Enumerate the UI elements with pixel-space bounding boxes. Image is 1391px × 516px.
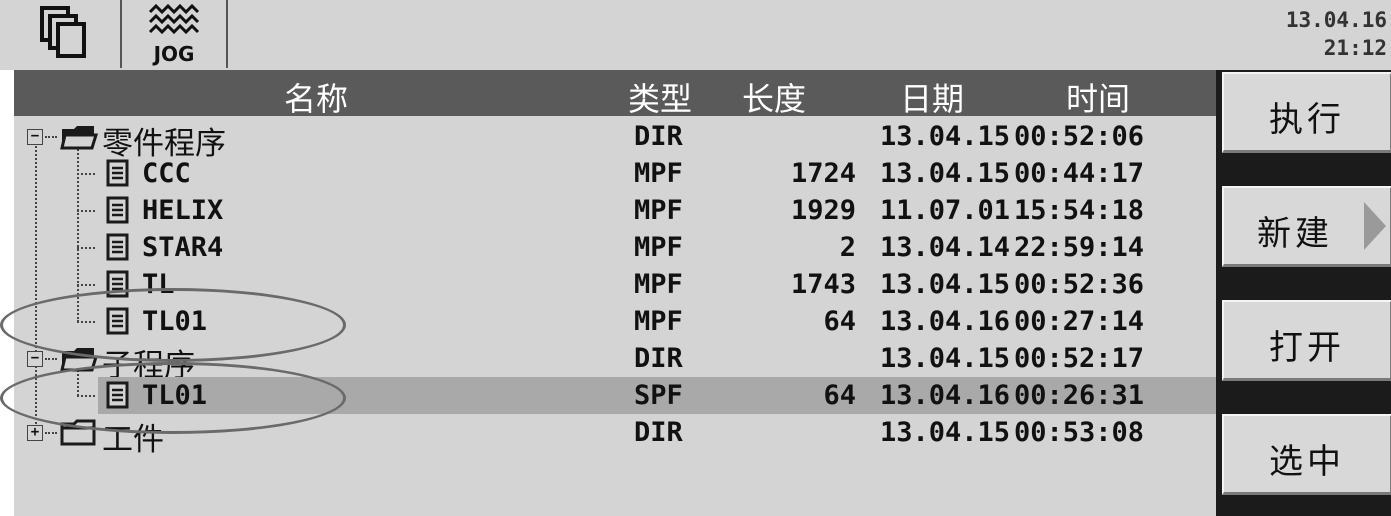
softkey-label: 打开: [1269, 328, 1345, 368]
softkey-label: 执行: [1269, 100, 1345, 140]
window-stack-icon: [40, 6, 86, 58]
row-time: 00:52:06: [1014, 121, 1145, 152]
file-icon: [106, 233, 130, 268]
new-button[interactable]: 新建: [1222, 186, 1391, 267]
jog-wave-icon: [148, 4, 200, 35]
table-row[interactable]: − 零件程序 DIR 13.04.15 00:52:06: [14, 118, 1216, 162]
row-type: DIR: [634, 417, 683, 448]
row-type: MPF: [634, 232, 683, 263]
highlight-ellipse: [0, 288, 346, 362]
row-length: 1743: [790, 269, 856, 300]
row-time: 00:27:14: [1014, 306, 1145, 337]
collapse-icon[interactable]: −: [27, 129, 43, 145]
row-time: 00:44:17: [1014, 158, 1145, 189]
top-bar: JOG 13.04.16 21:12: [0, 0, 1391, 70]
folder-open-icon: [60, 123, 99, 158]
jog-mode-button[interactable]: JOG: [122, 0, 228, 68]
collapse-icon[interactable]: −: [27, 351, 43, 367]
clock: 13.04.16 21:12: [1286, 6, 1387, 62]
row-date: 13.04.16: [880, 380, 1011, 411]
row-date: 13.04.14: [880, 232, 1011, 263]
row-date: 13.04.15: [880, 343, 1011, 374]
table-row[interactable]: STAR4 MPF 2 13.04.14 22:59:14: [14, 229, 1216, 266]
row-date: 13.04.15: [880, 417, 1011, 448]
row-name: CCC: [142, 158, 191, 189]
row-length: 64: [823, 380, 856, 411]
row-time: 00:52:17: [1014, 343, 1145, 374]
row-time: 00:53:08: [1014, 417, 1145, 448]
row-length: 64: [823, 306, 856, 337]
header-length[interactable]: 长度: [742, 74, 806, 120]
header-time[interactable]: 时间: [1066, 74, 1130, 120]
row-type: SPF: [634, 380, 683, 411]
row-type: MPF: [634, 195, 683, 226]
table-row[interactable]: HELIX MPF 1929 11.07.01 15:54:18: [14, 192, 1216, 229]
row-type: MPF: [634, 306, 683, 337]
softkey-label: 选中: [1269, 442, 1345, 482]
clock-date: 13.04.16: [1285, 8, 1387, 32]
tree-connector: [77, 210, 95, 212]
window-switch-button[interactable]: [14, 0, 122, 68]
header-name[interactable]: 名称: [284, 74, 348, 120]
table-header: 名称 类型 长度 日期 时间: [14, 70, 1216, 118]
arrow-right-icon: [1364, 202, 1386, 250]
softkey-label: 新建: [1257, 214, 1333, 254]
row-date: 13.04.15: [880, 158, 1011, 189]
select-button[interactable]: 选中: [1222, 414, 1391, 495]
expand-icon[interactable]: +: [27, 425, 43, 441]
row-type: DIR: [634, 121, 683, 152]
tree-connector: [77, 173, 95, 175]
row-time: 00:26:31: [1014, 380, 1145, 411]
clock-time: 21:12: [1323, 36, 1387, 60]
file-icon: [106, 159, 130, 194]
row-type: MPF: [634, 269, 683, 300]
row-date: 13.04.15: [880, 269, 1011, 300]
tree-connector: [77, 247, 95, 249]
open-button[interactable]: 打开: [1222, 300, 1391, 381]
row-time: 15:54:18: [1014, 195, 1145, 226]
row-time: 00:52:36: [1014, 269, 1145, 300]
left-strip: [0, 70, 14, 516]
row-length: 1724: [790, 158, 856, 189]
highlight-ellipse: [0, 362, 346, 434]
file-icon: [106, 196, 130, 231]
row-type: DIR: [634, 343, 683, 374]
row-type: MPF: [634, 158, 683, 189]
row-name: STAR4: [142, 232, 224, 263]
tree-connector: [45, 358, 57, 360]
program-manager-panel: 名称 类型 长度 日期 时间 − 零件程序 DIR 13.04.15 00:52:06 C…: [0, 70, 1216, 516]
table-row[interactable]: CCC MPF 1724 13.04.15 00:44:17: [14, 155, 1216, 192]
row-date: 11.07.01: [880, 195, 1011, 226]
tree-connector: [45, 432, 57, 434]
tree-connector: [45, 136, 57, 138]
row-length: 1929: [790, 195, 856, 226]
header-type[interactable]: 类型: [628, 74, 692, 120]
row-date: 13.04.16: [880, 306, 1011, 337]
execute-button[interactable]: 执行: [1222, 72, 1391, 153]
jog-label: JOG: [153, 42, 195, 66]
header-date[interactable]: 日期: [900, 74, 964, 120]
tree-connector: [77, 284, 95, 286]
row-time: 22:59:14: [1014, 232, 1145, 263]
softkey-bar: 执行 新建 打开 选中: [1216, 70, 1391, 516]
row-date: 13.04.15: [880, 121, 1011, 152]
row-length: 2: [839, 232, 856, 263]
row-name: HELIX: [142, 195, 224, 226]
